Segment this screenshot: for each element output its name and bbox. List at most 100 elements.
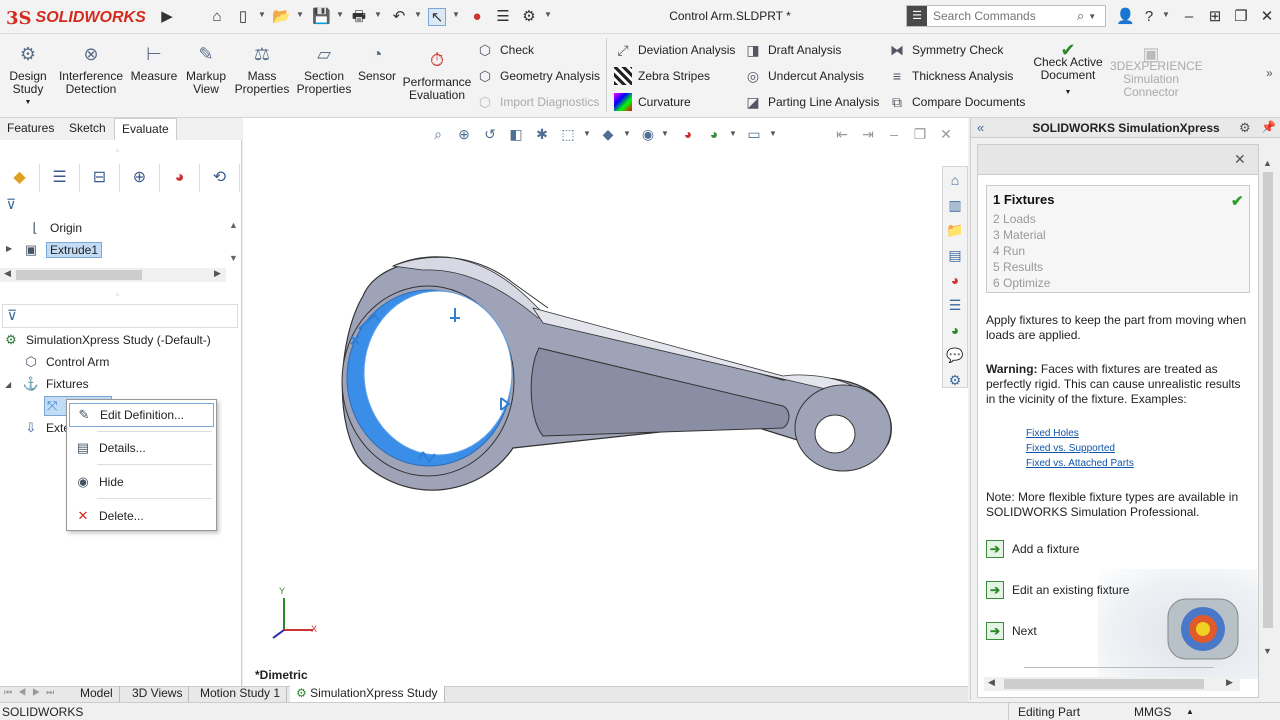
new-dropdown-icon[interactable]: ▼ <box>258 10 266 19</box>
select-arrow-icon[interactable]: ↖ <box>428 8 446 26</box>
feature-manager-icon[interactable]: ◆ <box>0 164 40 192</box>
solidworks-resources-icon[interactable]: ⚙ <box>943 368 967 392</box>
wizard-close-icon[interactable]: ✕ <box>1234 151 1246 168</box>
collapse-pane-icon[interactable]: « <box>977 120 984 135</box>
rebuild-traffic-light-icon[interactable]: ● <box>468 8 486 26</box>
new-document-icon[interactable]: ▯ <box>234 8 252 26</box>
tree-item-simulation-study[interactable]: ⚙ SimulationXpress Study (-Default-) <box>2 330 211 350</box>
thickness-analysis-button[interactable]: ≡ Thickness Analysis <box>888 66 1013 86</box>
search-input[interactable] <box>927 7 1077 25</box>
markup-view-button[interactable]: ✎ Markup View <box>182 38 230 96</box>
print-dropdown-icon[interactable]: ▼ <box>374 10 382 19</box>
collapse-arrow-icon[interactable]: ◢ <box>5 380 11 389</box>
ribbon-expand-icon[interactable]: » <box>1266 66 1273 80</box>
configuration-manager-icon[interactable]: ⊟ <box>80 164 120 192</box>
3dexperience-connector-button[interactable]: ▣ 3DEXPERIENCE Simulation Connector <box>1110 38 1203 99</box>
link-fixed-vs-attached[interactable]: Fixed vs. Attached Parts <box>1026 458 1134 469</box>
splitter-handle-icon[interactable]: ◦ <box>116 290 119 299</box>
step-5[interactable]: 5 Results <box>993 260 1043 274</box>
tab-simulationxpress-study[interactable]: ⚙ SimulationXpress Study <box>290 686 445 702</box>
search-dropdown-icon[interactable]: ▼ <box>1088 12 1096 21</box>
help-dropdown-icon[interactable]: ▼ <box>1162 10 1170 19</box>
compare-documents-button[interactable]: ⧉ Compare Documents <box>888 92 1025 112</box>
search-scope-icon[interactable]: ☰ <box>907 6 927 26</box>
scroll-down-icon[interactable]: ▼ <box>229 253 238 263</box>
interference-detection-button[interactable]: ⊗ Interference Detection <box>58 38 124 96</box>
scroll-down-icon[interactable]: ▼ <box>1263 646 1272 656</box>
add-fixture-action[interactable]: ➔ Add a fixture <box>986 539 1079 559</box>
scroll-left-icon[interactable]: ◀ <box>4 268 11 279</box>
next-action[interactable]: ➔ Next <box>986 621 1037 641</box>
units-dropdown-icon[interactable]: ▲ <box>1186 707 1194 716</box>
status-units[interactable]: MMGS <box>1134 705 1171 719</box>
search-commands-box[interactable]: ☰ ⌕ ▼ <box>906 5 1106 27</box>
wizard-horizontal-scrollbar[interactable]: ◀ ▶ <box>984 677 1240 691</box>
scrollbar-thumb[interactable] <box>1004 679 1204 689</box>
scroll-right-icon[interactable]: ▶ <box>214 268 221 279</box>
tab-model[interactable]: Model <box>74 686 120 702</box>
tree-item-origin[interactable]: ⌊ Origin <box>26 218 82 238</box>
task-pane-vertical-scrollbar[interactable]: ▲ ▼ <box>1261 158 1275 658</box>
scroll-up-icon[interactable]: ▲ <box>229 220 238 230</box>
appearances-icon[interactable]: ◕ <box>943 268 967 292</box>
filter-icon[interactable]: ⊽ <box>6 196 16 213</box>
forum-icon[interactable]: 💬 <box>943 343 967 367</box>
simulationxpress-icon[interactable]: ◕ <box>943 318 967 342</box>
search-icon[interactable]: ⌕ <box>1077 8 1084 24</box>
scroll-right-icon[interactable]: ▶ <box>1226 677 1233 688</box>
step-6[interactable]: 6 Optimize <box>993 276 1050 290</box>
parting-line-analysis-button[interactable]: ◪ Parting Line Analysis <box>744 92 879 112</box>
file-properties-icon[interactable]: ☰ <box>494 8 512 26</box>
link-fixed-holes[interactable]: Fixed Holes <box>1026 428 1079 439</box>
select-dropdown-icon[interactable]: ▼ <box>452 10 460 19</box>
simulation-filter-box[interactable]: ⊽ <box>2 304 238 328</box>
step-3[interactable]: 3 Material <box>993 228 1046 242</box>
tree-item-extrude1[interactable]: ▣ Extrude1 <box>22 240 103 260</box>
step-1[interactable]: 1 Fixtures <box>993 192 1054 207</box>
step-2[interactable]: 2 Loads <box>993 212 1036 226</box>
tab-evaluate[interactable]: Evaluate <box>114 118 177 140</box>
check-active-dropdown-icon[interactable]: ▼ <box>1032 86 1104 99</box>
splitter-handle-icon[interactable]: ◦ <box>116 146 119 155</box>
check-button[interactable]: ⬡ Check <box>476 40 534 60</box>
control-arm-model[interactable] <box>243 118 968 686</box>
scroll-up-icon[interactable]: ▲ <box>1263 158 1272 168</box>
measure-button[interactable]: ⊢ Measure <box>128 38 180 83</box>
undercut-analysis-button[interactable]: ◎ Undercut Analysis <box>744 66 864 86</box>
solidworks-logo[interactable]: 3S SOLIDWORKS <box>6 6 152 30</box>
cam-manager-icon[interactable]: ⟲ <box>200 164 240 192</box>
tab-features[interactable]: Features <box>0 118 61 140</box>
pin-icon[interactable]: 📌 <box>1261 120 1276 134</box>
property-manager-icon[interactable]: ☰ <box>40 164 80 192</box>
step-4[interactable]: 4 Run <box>993 244 1025 258</box>
pane-options-gear-icon[interactable]: ⚙ <box>1239 120 1251 136</box>
expand-arrow-icon[interactable]: ▶ <box>6 244 12 253</box>
design-library-icon[interactable]: ▥ <box>943 193 967 217</box>
print-icon[interactable]: 🖶 <box>350 8 368 26</box>
deviation-analysis-button[interactable]: ⤢ Deviation Analysis <box>614 40 735 60</box>
dimxpert-manager-icon[interactable]: ⊕ <box>120 164 160 192</box>
options-gear-icon[interactable]: ⚙ <box>520 8 538 26</box>
horizontal-scrollbar[interactable]: ◀ ▶ <box>0 268 226 282</box>
geometry-analysis-button[interactable]: ⬡ Geometry Analysis <box>476 66 600 86</box>
section-properties-button[interactable]: ▱ Section Properties <box>296 38 352 96</box>
tab-motion-study-1[interactable]: Motion Study 1 <box>194 686 288 702</box>
save-dropdown-icon[interactable]: ▼ <box>336 10 344 19</box>
menu-edit-definition[interactable]: ✎ Edit Definition... <box>69 403 214 427</box>
scrollbar-thumb[interactable] <box>1263 172 1273 628</box>
mass-properties-button[interactable]: ⚖ Mass Properties <box>234 38 290 96</box>
zebra-stripes-button[interactable]: Zebra Stripes <box>614 66 710 86</box>
file-explorer-icon[interactable]: 📁 <box>943 218 967 242</box>
menu-expand-icon[interactable]: ▶ <box>158 8 176 26</box>
menu-hide[interactable]: ◉ Hide <box>69 470 214 494</box>
symmetry-check-button[interactable]: ⧓ Symmetry Check <box>888 40 1003 60</box>
open-dropdown-icon[interactable]: ▼ <box>296 10 304 19</box>
design-study-dropdown-icon[interactable]: ▼ <box>4 96 52 109</box>
save-icon[interactable]: 💾 <box>312 8 331 26</box>
curvature-button[interactable]: Curvature <box>614 92 691 112</box>
options-dropdown-icon[interactable]: ▼ <box>544 10 552 19</box>
tab-scroll-arrows-icon[interactable]: ⏮◀▶⏭ <box>4 687 60 698</box>
display-manager-icon[interactable]: ◕ <box>160 164 200 192</box>
design-study-button[interactable]: ⚙ Design Study ▼ <box>4 38 52 109</box>
scrollbar-thumb[interactable] <box>16 270 142 280</box>
